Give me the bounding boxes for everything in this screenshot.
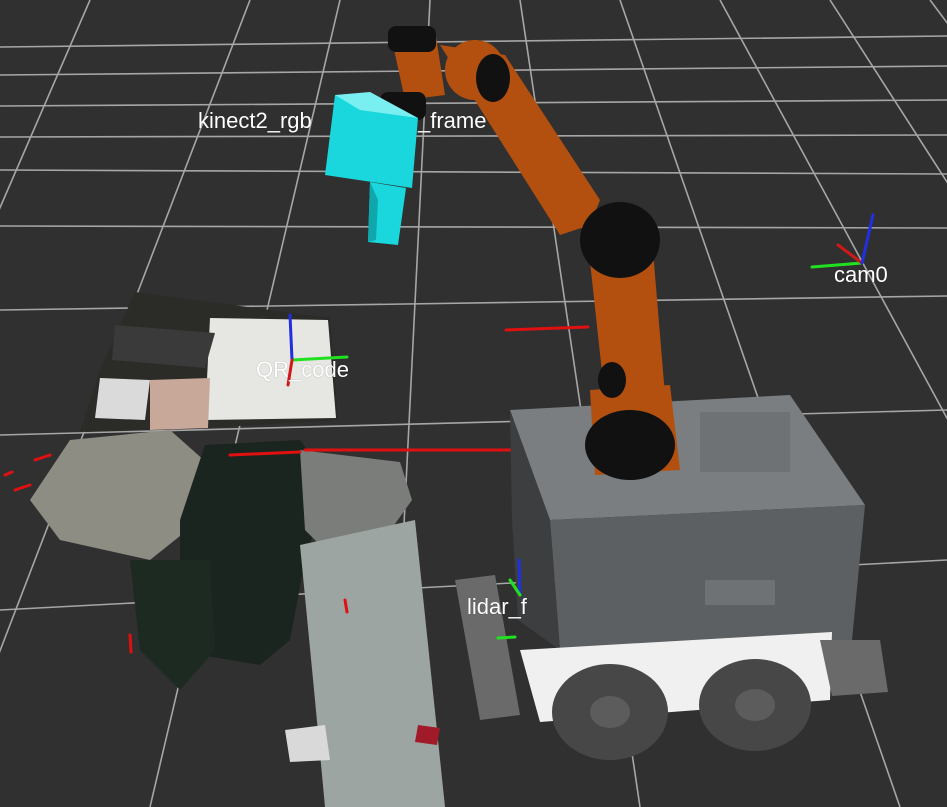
point-cloud-floor bbox=[285, 520, 445, 807]
cam0-frame-label: cam0 bbox=[834, 262, 888, 287]
rviz-3d-viewport[interactable]: kinect2_rgb _frame cam0 QR_code lidar_f bbox=[0, 0, 947, 807]
qr-code-frame-label: QR_code bbox=[256, 357, 349, 382]
kinect-frame-label-left: kinect2_rgb bbox=[198, 108, 312, 133]
cam0-axes bbox=[810, 213, 875, 269]
kinect-frame-label-right: _frame bbox=[418, 108, 487, 133]
lidar-frame-label: lidar_f bbox=[467, 594, 527, 619]
kinect-sensor-model bbox=[325, 92, 418, 245]
